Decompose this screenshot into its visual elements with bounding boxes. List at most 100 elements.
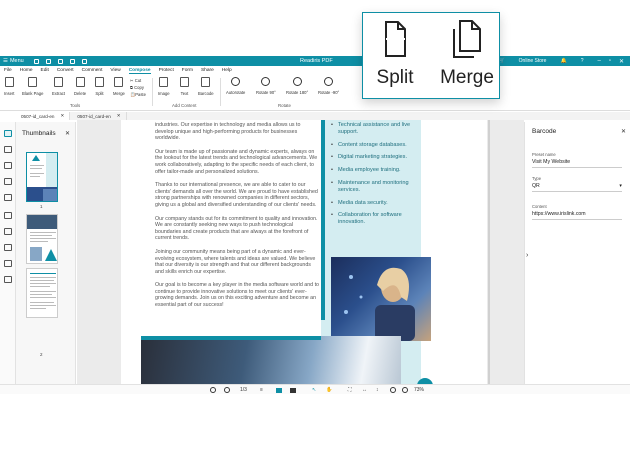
- fit-page-icon[interactable]: ⛶: [348, 387, 352, 393]
- quick-access-toolbar: [33, 58, 87, 64]
- pdf-page[interactable]: industries. Our expertise in technology …: [121, 120, 487, 384]
- close-panel-icon[interactable]: ✕: [621, 128, 626, 135]
- merge-button[interactable]: Merge: [113, 77, 125, 96]
- barcode-label: Barcode: [198, 91, 214, 96]
- menu-help[interactable]: Help: [222, 68, 232, 73]
- rotate-180-button[interactable]: Rotate 180°: [286, 77, 308, 95]
- autorotate-button[interactable]: Autorotate: [226, 77, 245, 95]
- menu-edit[interactable]: Edit: [41, 68, 49, 73]
- menu-compose[interactable]: Compose: [128, 68, 151, 74]
- bell-icon[interactable]: 🔔: [560, 58, 566, 64]
- copy-button[interactable]: ⧉ Copy: [130, 85, 146, 90]
- next-page-icon[interactable]: [224, 387, 230, 393]
- bookmark-icon[interactable]: [4, 146, 12, 153]
- close-icon[interactable]: ✕: [619, 58, 624, 65]
- split-callout-item[interactable]: Split: [365, 19, 425, 89]
- layers-icon[interactable]: [4, 194, 12, 201]
- page-thumbnail[interactable]: [26, 268, 58, 318]
- thumbnails-icon[interactable]: [4, 130, 12, 137]
- preset-name-field[interactable]: Preset name Visit My Website: [532, 152, 622, 168]
- close-tab-icon[interactable]: ✕: [117, 113, 121, 119]
- photo-illustration: [344, 267, 415, 341]
- content-field[interactable]: Content https://www.irislink.com: [532, 204, 622, 220]
- menu-protect[interactable]: Protect: [159, 68, 174, 73]
- paragraph: industries. Our expertise in technology …: [155, 122, 301, 142]
- cut-label: Cut: [134, 78, 142, 83]
- save-icon[interactable]: [45, 58, 51, 64]
- zoom-out-icon[interactable]: [390, 387, 396, 393]
- document-tab[interactable]: 0507-id_card-en ✕: [16, 112, 71, 120]
- cut-button[interactable]: ✂ Cut: [130, 78, 146, 83]
- fit-width-icon[interactable]: ↔: [362, 387, 367, 393]
- menu-view[interactable]: View: [110, 68, 120, 73]
- barcode-button[interactable]: Barcode: [198, 77, 214, 96]
- menu-file[interactable]: File: [4, 68, 12, 73]
- autorotate-label: Autorotate: [226, 90, 246, 95]
- autorotate-icon: [231, 77, 241, 86]
- menu-home[interactable]: Home: [20, 68, 33, 73]
- signature-icon[interactable]: [4, 212, 12, 219]
- list-item: Media data security.: [331, 200, 423, 207]
- field-value: Visit My Website: [532, 159, 571, 165]
- open-folder-icon[interactable]: [33, 58, 39, 64]
- rotate-90-button[interactable]: Rotate 90°: [256, 77, 276, 95]
- blank-page-label: Blank Page: [22, 91, 44, 96]
- rotate-180-icon: [292, 77, 302, 86]
- blank-page-button[interactable]: Blank Page: [22, 77, 43, 96]
- document-tab[interactable]: 0507-id_card-en ✕: [72, 112, 127, 120]
- paste-button[interactable]: 📋Paste: [130, 92, 146, 98]
- annotations-icon[interactable]: [4, 162, 12, 169]
- accent-bar: [321, 120, 325, 320]
- menu-button[interactable]: ☰ Menu: [0, 58, 24, 64]
- close-panel-icon[interactable]: ✕: [65, 130, 70, 137]
- minimize-icon[interactable]: –: [597, 58, 600, 65]
- split-button[interactable]: Split: [95, 77, 104, 96]
- ribbon-divider: [220, 78, 221, 106]
- menu-comment[interactable]: Comment: [82, 68, 103, 73]
- menu-share[interactable]: Share: [201, 68, 214, 73]
- maximize-icon[interactable]: ▫: [609, 58, 611, 65]
- page-thumbnail[interactable]: [26, 214, 58, 264]
- single-page-icon[interactable]: ≡: [260, 387, 263, 393]
- type-select[interactable]: Type QR ▾: [532, 176, 622, 192]
- comments-icon[interactable]: [4, 228, 12, 235]
- zoom-level[interactable]: 73%: [414, 387, 424, 393]
- menu-form[interactable]: Form: [182, 68, 193, 73]
- undo-icon[interactable]: [69, 58, 75, 64]
- print-icon[interactable]: [57, 58, 63, 64]
- document-scrollbar[interactable]: [488, 120, 490, 384]
- fields-icon[interactable]: [4, 244, 12, 251]
- thumbnails-panel: Thumbnails ✕ 1 2: [16, 122, 87, 384]
- hand-tool-icon[interactable]: ✋: [326, 387, 332, 393]
- image-button[interactable]: Image: [158, 77, 170, 96]
- collapse-panel-icon[interactable]: ›: [526, 252, 528, 259]
- split-merge-callout: Split Merge: [362, 12, 500, 99]
- select-cursor-icon[interactable]: ↖: [312, 387, 316, 393]
- delete-button[interactable]: Delete: [74, 77, 86, 96]
- page-indicator[interactable]: 1/3: [240, 387, 247, 393]
- document-tabs: 0507-id_card-en ✕ 0507-id_card-en ✕: [16, 112, 630, 120]
- online-store-link[interactable]: Online Store: [519, 58, 547, 64]
- page-thumbnail[interactable]: [26, 152, 58, 202]
- zoom-out-page-icon[interactable]: [210, 387, 216, 393]
- fit-height-icon[interactable]: ↕: [376, 387, 379, 393]
- lock-icon[interactable]: [4, 260, 12, 267]
- close-tab-icon[interactable]: ✕: [60, 113, 64, 119]
- merge-callout-item[interactable]: Merge: [437, 19, 497, 89]
- help-icon[interactable]: ?: [581, 58, 584, 64]
- zoom-in-icon[interactable]: [402, 387, 408, 393]
- attachments-icon[interactable]: [4, 178, 12, 185]
- merge-callout-label: Merge: [440, 67, 494, 88]
- thumbnail-page-number: 2: [40, 352, 43, 357]
- extract-button[interactable]: Extract: [52, 77, 65, 96]
- settings-icon[interactable]: [4, 276, 12, 283]
- redo-icon[interactable]: [81, 58, 87, 64]
- continuous-view-icon[interactable]: [276, 388, 282, 393]
- menu-convert[interactable]: Convert: [57, 68, 74, 73]
- insert-button[interactable]: Insert: [4, 77, 14, 96]
- two-page-view-icon[interactable]: [290, 388, 296, 393]
- text-button[interactable]: Text: [180, 77, 189, 96]
- document-viewport[interactable]: industries. Our expertise in technology …: [77, 120, 524, 384]
- insert-label: Insert: [4, 91, 15, 96]
- rotate-neg90-button[interactable]: Rotate -90°: [318, 77, 339, 95]
